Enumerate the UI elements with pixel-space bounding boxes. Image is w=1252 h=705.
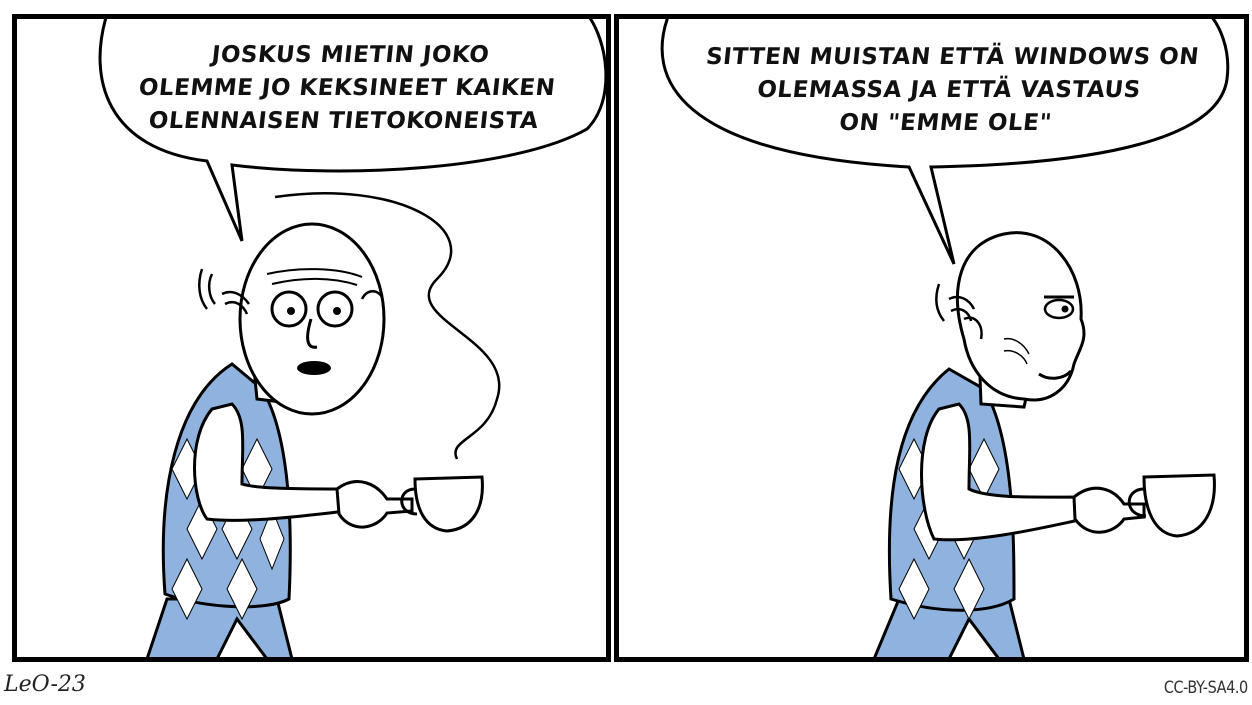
coffee-cup: [413, 475, 484, 533]
trousers: [146, 597, 294, 657]
speech-text: SITTEN MUISTAN ETTÄ WINDOWS ON OLEMASSA …: [634, 41, 1244, 140]
comic-panel-1: JOSKUS MIETIN JOKO OLEMME JO KEKSINEET K…: [12, 14, 611, 662]
artist-signature: LeO-23: [4, 672, 86, 697]
speech-line: OLEMASSA JA ETTÄ VASTAUS: [755, 77, 1143, 103]
license-label: CC-BY-SA4.0: [1164, 678, 1248, 698]
speech-line: OLEMME JO KEKSINEET KAIKEN: [137, 75, 557, 101]
head: [238, 222, 386, 416]
eye: [1043, 298, 1075, 320]
mouth: [297, 361, 331, 375]
speech-text: JOSKUS MIETIN JOKO OLEMME JO KEKSINEET K…: [72, 39, 606, 138]
coffee-cup: [1142, 473, 1216, 538]
speech-line: JOSKUS MIETIN JOKO: [210, 42, 491, 68]
comic-panel-2: SITTEN MUISTAN ETTÄ WINDOWS ON OLEMASSA …: [614, 14, 1249, 662]
speech-line: SITTEN MUISTAN ETTÄ WINDOWS ON: [704, 44, 1201, 70]
speech-line: OLENNAISEN TIETOKONEISTA: [147, 108, 540, 134]
speech-line: ON "EMME OLE": [838, 110, 1054, 136]
